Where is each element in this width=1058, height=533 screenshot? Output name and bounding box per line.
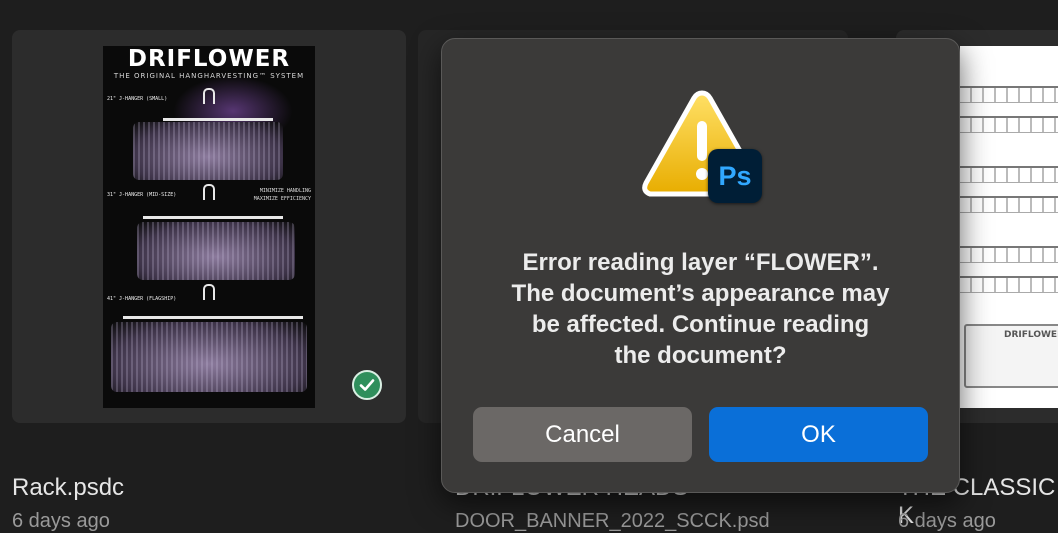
thumbnail-side-line-2: MAXIMIZE EFFICIENCY <box>253 196 311 202</box>
ok-button[interactable]: OK <box>709 407 928 462</box>
file-date: 6 days ago <box>898 510 996 532</box>
file-card-rack[interactable]: DRIFLOWER THE ORIGINAL HANGHARVESTING™ S… <box>12 30 406 423</box>
hanger-bar <box>163 118 273 121</box>
photoshop-icon: Ps <box>708 149 762 203</box>
hanger-label-mid: 31" J-HANGER (MID-SIZE) <box>107 192 177 198</box>
thumbnail-brand: DRIFLOWER <box>127 46 291 72</box>
rack-shelf-image <box>960 196 1058 213</box>
hanger-hook <box>203 184 215 200</box>
dialog-message-line: Error reading layer “FLOWER”. <box>522 249 879 276</box>
file-thumbnail: DRIFLOWER THE ORIGINAL HANGHARVESTING™ S… <box>103 46 315 408</box>
rack-shelf-image <box>960 246 1058 263</box>
rack-base-label: DRIFLOWER <box>1004 330 1058 340</box>
dialog-message-line: The document’s appearance may <box>511 280 890 307</box>
file-date: 6 days ago <box>12 510 110 532</box>
rack-shelf-image <box>960 166 1058 183</box>
hanger-label-small: 21" J-HANGER (SMALL) <box>107 96 168 102</box>
thumbnail-side-line-1: MINIMIZE HANDLING <box>259 188 311 194</box>
rack-base-image: DRIFLOWER <box>964 324 1058 388</box>
file-name[interactable]: Rack.psdc <box>12 474 124 502</box>
flower-plant-image <box>137 222 295 280</box>
flower-plant-image <box>133 122 283 180</box>
hanger-bar <box>123 316 303 319</box>
hanger-hook <box>203 284 215 300</box>
rack-shelf-image <box>960 86 1058 103</box>
rack-shelf-image <box>960 116 1058 133</box>
dialog-message-line: the document? <box>614 342 787 369</box>
file-thumbnail: DRIFLOWER <box>960 46 1058 408</box>
rack-shelf-image <box>960 276 1058 293</box>
hanger-hook <box>203 88 215 104</box>
hanger-bar <box>143 216 283 219</box>
hanger-label-flagship: 41" J-HANGER (FLAGSHIP) <box>107 296 177 302</box>
checkmark-circle-icon <box>352 370 382 400</box>
error-dialog: Ps Error reading layer “FLOWER”. The doc… <box>441 38 960 493</box>
file-subname: DOOR_BANNER_2022_SCCK.psd <box>455 510 770 532</box>
flower-plant-image <box>111 322 307 392</box>
dialog-message: Error reading layer “FLOWER”. The docume… <box>462 247 939 371</box>
cancel-button[interactable]: Cancel <box>473 407 692 462</box>
dialog-message-line: be affected. Continue reading <box>531 311 870 338</box>
thumbnail-tagline: THE ORIGINAL HANGHARVESTING™ SYSTEM <box>113 72 305 80</box>
